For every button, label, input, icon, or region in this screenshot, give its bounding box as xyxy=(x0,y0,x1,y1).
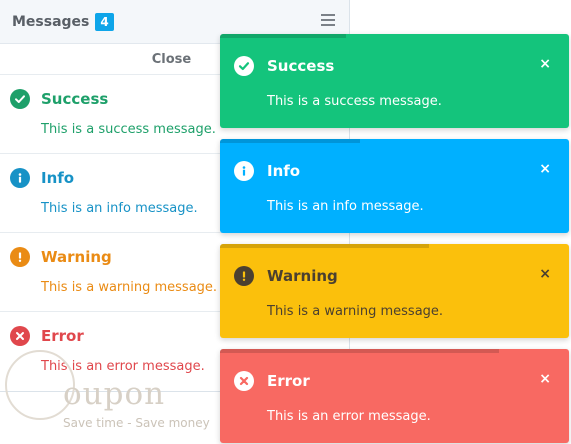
watermark-tagline: Save time - Save money xyxy=(63,416,210,430)
close-all-button[interactable]: Close xyxy=(152,52,197,67)
toast-info: Info This is an info message. × xyxy=(220,139,569,233)
close-icon[interactable]: × xyxy=(539,56,551,72)
check-circle-icon xyxy=(10,89,30,109)
close-icon[interactable]: × xyxy=(539,266,551,282)
item-title: Error xyxy=(41,327,84,345)
message-count-badge: 4 xyxy=(95,12,114,31)
toast-body: This is an info message. xyxy=(267,199,424,214)
menu-icon[interactable] xyxy=(321,14,335,28)
toast-error: Error This is an error message. × xyxy=(220,349,569,443)
toast-body: This is an error message. xyxy=(267,409,431,424)
toast-body: This is a success message. xyxy=(267,94,442,109)
toast-success: Success This is a success message. × xyxy=(220,34,569,128)
exclamation-circle-icon xyxy=(10,247,30,267)
check-circle-icon xyxy=(234,56,254,76)
toast-warning: Warning This is a warning message. × xyxy=(220,244,569,338)
item-title: Warning xyxy=(41,248,112,266)
close-icon[interactable]: × xyxy=(539,161,551,177)
panel-title: Messages xyxy=(12,13,90,30)
toast-title: Info xyxy=(267,162,301,180)
toast-body: This is a warning message. xyxy=(267,304,444,319)
toast-title: Error xyxy=(267,372,310,390)
item-title: Info xyxy=(41,169,75,187)
info-circle-icon xyxy=(10,168,30,188)
times-circle-icon xyxy=(234,371,254,391)
item-title: Success xyxy=(41,90,109,108)
info-circle-icon xyxy=(234,161,254,181)
times-circle-icon xyxy=(10,326,30,346)
toast-title: Success xyxy=(267,57,335,75)
close-icon[interactable]: × xyxy=(539,371,551,387)
exclamation-circle-icon xyxy=(234,266,254,286)
toast-title: Warning xyxy=(267,267,338,285)
